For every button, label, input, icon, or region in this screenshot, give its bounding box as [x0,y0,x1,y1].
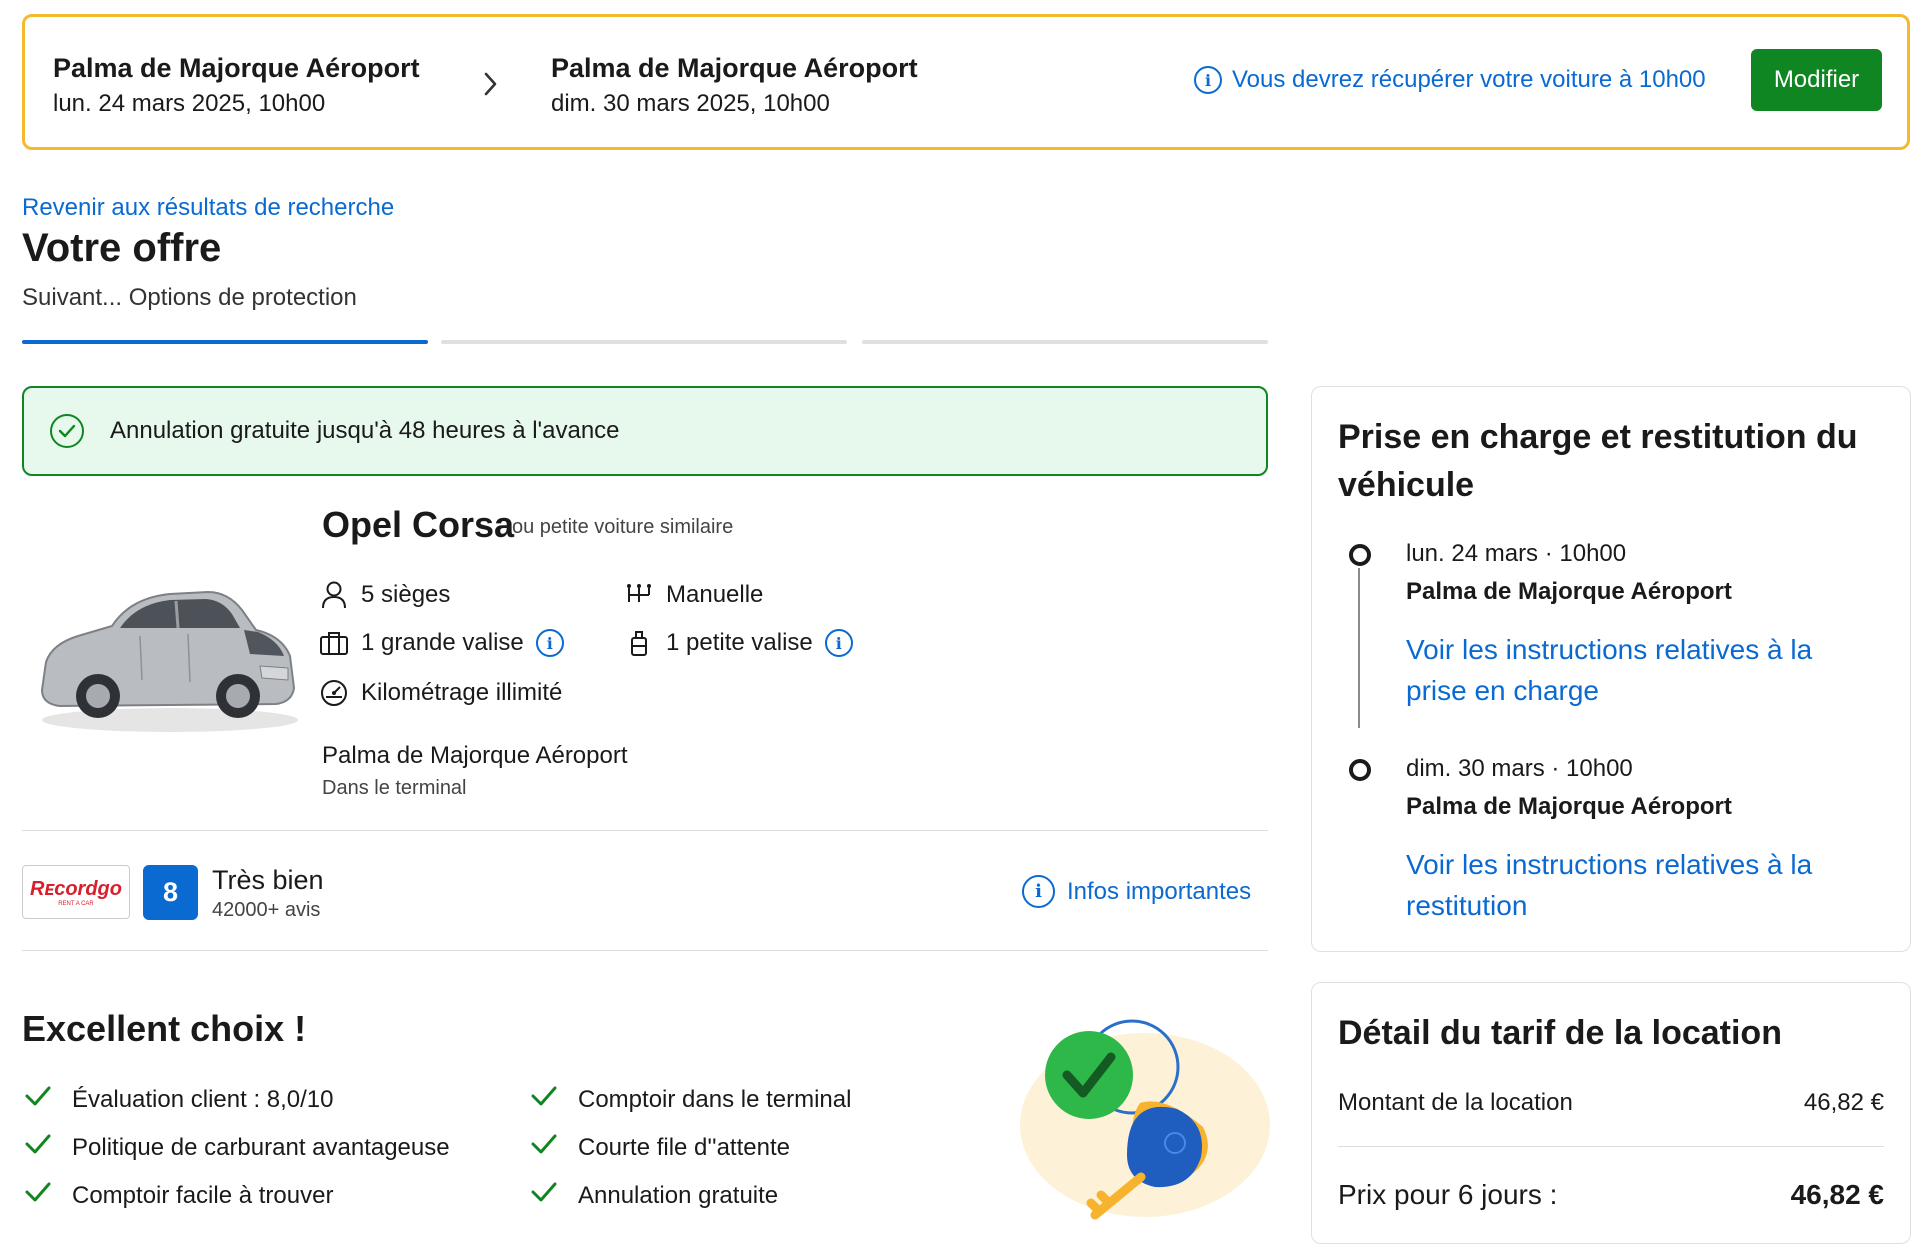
supplier-logo-tagline: RENT A CAR [58,900,94,907]
price-detail-title: Détail du tarif de la location [1338,1014,1782,1052]
return-instructions-link[interactable]: Voir les instructions relatives à la res… [1406,844,1846,926]
transmission-text: Manuelle [666,581,764,608]
rating-score-badge: 8 [143,865,198,920]
pickup-date: lun. 24 mars · 10h00 [1406,540,1627,567]
important-info-text: Infos importantes [1067,877,1252,905]
info-icon: i [1022,875,1055,908]
highlights-title: Excellent choix ! [22,1008,307,1049]
small-bag-info-icon[interactable]: i [824,629,853,657]
highlight-item: Courte file d''attente [530,1133,790,1162]
return-location: Palma de Majorque Aéroport [551,53,918,83]
highlight-text: Politique de carburant avantageuse [72,1133,450,1161]
pickup-datetime: lun. 24 mars 2025, 10h00 [53,90,326,117]
progress-step-2 [441,340,847,344]
feature-transmission: Manuelle [624,580,763,610]
pickup-instructions-link[interactable]: Voir les instructions relatives à la pri… [1406,629,1846,711]
back-to-results-link[interactable]: Revenir aux résultats de recherche [22,194,394,222]
next-step-label: Suivant... Options de protection [22,284,357,311]
free-cancellation-text: Annulation gratuite jusqu'à 48 heures à … [110,417,620,444]
check-icon [24,1181,52,1210]
return-date: dim. 30 mars · 10h00 [1406,755,1633,782]
feature-small-bag: 1 petite valise i [624,628,853,658]
car-similar-note: ou petite voiture similaire [512,516,734,538]
total-price-row: Prix pour 6 jours : 46,82 € [1338,1179,1884,1211]
timeline-return-dot [1349,759,1371,781]
progress-step-3 [862,340,1268,344]
pickup-return-title: Prise en charge et restitution du véhicu… [1338,418,1858,504]
car-name: Opel Corsa [322,504,515,545]
check-circle-icon [50,414,84,448]
pickup-location: Palma de Majorque Aéroport [53,53,420,83]
divider [22,950,1268,951]
seats-text: 5 sièges [361,581,451,608]
feature-seats: 5 sièges [319,580,450,610]
rental-amount-label: Montant de la location [1338,1089,1573,1116]
page-title: Votre offre [22,226,222,270]
important-info-link[interactable]: i Infos importantes [1022,875,1251,908]
highlight-text: Comptoir dans le terminal [578,1085,852,1113]
info-icon: i [1194,66,1222,94]
total-price-label: Prix pour 6 jours : [1338,1179,1558,1210]
mileage-text: Kilométrage illimité [361,679,563,706]
large-bag-text: 1 grande valise [361,629,524,656]
highlight-item: Politique de carburant avantageuse [24,1133,450,1162]
speedometer-icon [319,678,349,708]
rating-label: Très bien [212,865,324,895]
rental-amount-row: Montant de la location 46,82 € [1338,1089,1884,1117]
rental-amount-value: 46,82 € [1803,1089,1884,1116]
timeline-line [1358,568,1360,728]
modify-button[interactable]: Modifier [1751,49,1882,111]
review-count: 42000+ avis [212,899,321,921]
small-bag-text: 1 petite valise [666,629,813,656]
check-icon [530,1133,558,1162]
divider [22,830,1268,831]
divider [1338,1146,1884,1147]
highlight-text: Annulation gratuite [578,1181,779,1209]
progress-step-1 [22,340,428,344]
return-datetime: dim. 30 mars 2025, 10h00 [551,90,830,117]
chevron-right-icon [481,69,501,104]
pickup-location-name: Palma de Majorque Aéroport [1406,578,1732,605]
free-cancellation-banner: Annulation gratuite jusqu'à 48 heures à … [22,386,1268,476]
return-location-name: Palma de Majorque Aéroport [1406,793,1732,820]
suitcase-icon [319,628,349,658]
small-bag-icon [624,628,654,658]
highlight-text: Évaluation client : 8,0/10 [72,1085,334,1113]
feature-large-bag: 1 grande valise i [319,628,564,658]
total-price-value: 46,82 € [1790,1179,1884,1210]
supplier-logo-text: Rᴇcordgo [30,877,122,900]
price-detail-card: Détail du tarif de la location Montant d… [1311,982,1911,1244]
highlight-text: Comptoir facile à trouver [72,1181,334,1209]
check-icon [530,1181,558,1210]
car-pickup-location: Palma de Majorque Aéroport [322,742,628,769]
person-icon [319,580,349,610]
car-keys-illustration [1015,1005,1275,1230]
highlight-item: Annulation gratuite [530,1181,778,1210]
feature-mileage: Kilométrage illimité [319,678,562,708]
supplier-logo: Rᴇcordgo RENT A CAR [22,865,130,919]
pickup-time-notice-text: Vous devrez récupérer votre voiture à 10… [1232,66,1706,93]
highlight-item: Évaluation client : 8,0/10 [24,1085,334,1114]
highlight-text: Courte file d''attente [578,1133,790,1161]
car-pickup-location-detail: Dans le terminal [322,777,467,799]
check-icon [530,1085,558,1114]
large-bag-info-icon[interactable]: i [535,629,564,657]
timeline-pickup-dot [1349,544,1371,566]
highlight-item: Comptoir facile à trouver [24,1181,333,1210]
search-summary-bar: Palma de Majorque Aéroport lun. 24 mars … [22,14,1910,150]
gearbox-icon [624,580,654,610]
car-image [30,570,300,745]
check-icon [24,1133,52,1162]
highlight-item: Comptoir dans le terminal [530,1085,851,1114]
check-icon [24,1085,52,1114]
pickup-time-notice: i Vous devrez récupérer votre voiture à … [1194,66,1706,94]
pickup-return-card: Prise en charge et restitution du véhicu… [1311,386,1911,952]
